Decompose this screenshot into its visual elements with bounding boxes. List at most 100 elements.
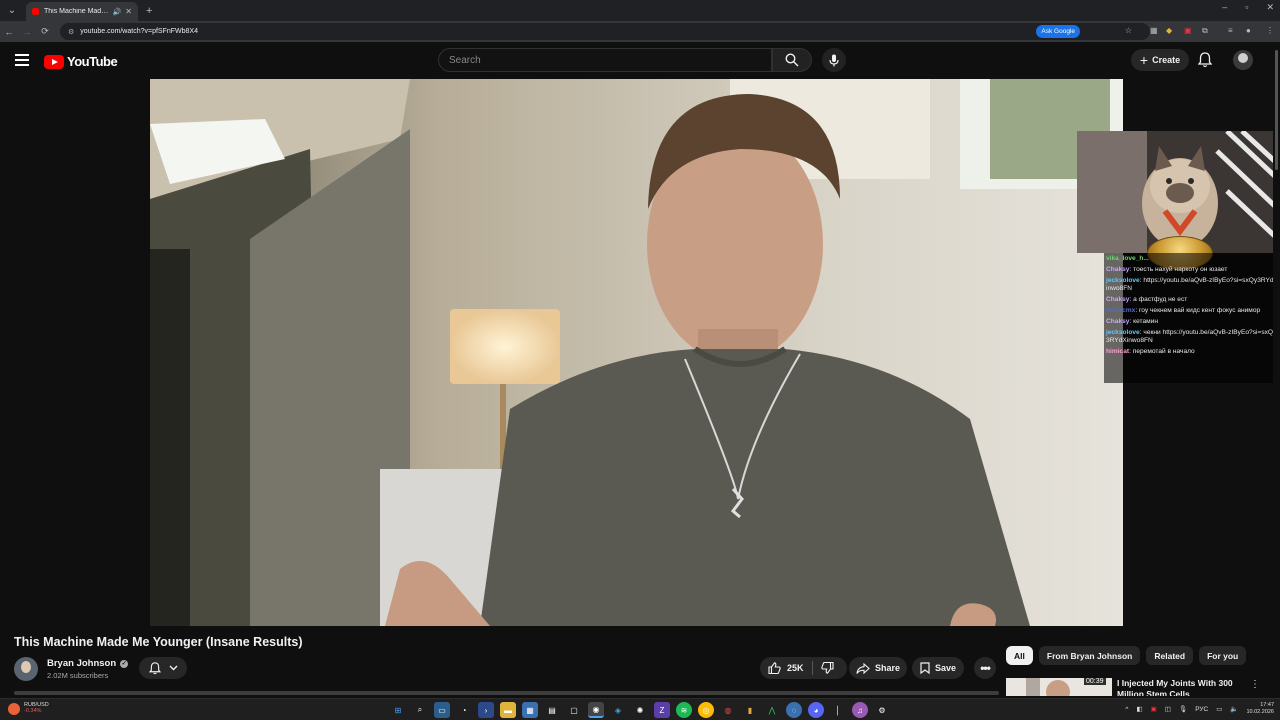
filter-chip[interactable]: All <box>1006 646 1033 665</box>
minimize-icon[interactable]: – <box>1222 2 1227 13</box>
recommended-title[interactable]: I Injected My Joints With 300 Million St… <box>1117 678 1247 696</box>
terminal-icon[interactable]: › <box>478 702 494 718</box>
microphone-icon <box>829 54 839 66</box>
youtube-logo[interactable]: YouTube <box>44 54 118 69</box>
extension-icon[interactable]: ▦ <box>1150 26 1158 35</box>
notifications-bell-icon[interactable] <box>1198 52 1212 68</box>
steam-icon[interactable]: ◈ <box>610 702 626 718</box>
tray-app-icon[interactable]: ◧ <box>1136 705 1142 713</box>
voice-search-button[interactable] <box>822 48 846 72</box>
extensions-puzzle-icon[interactable]: ⧉ <box>1202 26 1208 36</box>
close-window-icon[interactable]: ✕ <box>1266 2 1274 13</box>
new-tab-button[interactable]: + <box>146 5 152 17</box>
chatgpt-icon[interactable]: ✺ <box>632 702 648 718</box>
speedometer-icon[interactable]: ◔ <box>456 702 472 718</box>
extension-icon[interactable]: ◆ <box>1166 26 1172 35</box>
app-icon[interactable]: ▮ <box>742 702 758 718</box>
filter-chip[interactable]: Related <box>1146 646 1194 665</box>
address-bar[interactable]: ⚙ youtube.com/watch?v=pfSFnFWb8X4 ⌕ ⧉ As… <box>60 23 1150 40</box>
verified-check-icon: ✓ <box>120 659 129 668</box>
save-button[interactable]: Save <box>912 657 964 679</box>
recommended-thumbnail[interactable]: 00:39 <box>1006 678 1112 696</box>
account-avatar[interactable] <box>1233 50 1253 70</box>
close-tab-icon[interactable]: ✕ <box>125 7 132 16</box>
app-icon[interactable]: │ <box>830 702 846 718</box>
tab-search-icon[interactable]: ⌄ <box>4 3 20 19</box>
browser-toolbar: ← → ⟳ ⚙ youtube.com/watch?v=pfSFnFWb8X4 … <box>0 21 1280 42</box>
bookmark-icon <box>920 662 930 674</box>
app-icon[interactable]: ◍ <box>720 702 736 718</box>
page-scrollbar[interactable] <box>1273 44 1280 698</box>
chrome-icon[interactable]: ◎ <box>698 702 714 718</box>
like-button[interactable]: 25K <box>760 657 812 679</box>
chat-text: перемотай в начало <box>1132 348 1195 355</box>
dislike-button[interactable] <box>813 657 842 679</box>
filter-chip[interactable]: For you <box>1199 646 1247 665</box>
chat-username: Chaksy <box>1106 318 1130 325</box>
maximize-icon[interactable]: ▫ <box>1245 2 1248 13</box>
microphone-icon[interactable]: 🎙 <box>1179 705 1187 713</box>
media-controls-icon[interactable]: ≡ <box>1228 26 1233 35</box>
audio-playing-icon[interactable]: 🔊 <box>113 8 122 16</box>
share-button[interactable]: Share <box>849 657 907 679</box>
chat-message: Chaksy: кетамин <box>1106 318 1278 326</box>
recommended-video[interactable]: 00:39 I Injected My Joints With 300 Mill… <box>1006 678 1276 696</box>
settings-icon[interactable]: ⚙ <box>874 702 890 718</box>
reload-icon[interactable]: ⟳ <box>36 26 54 37</box>
file-explorer-icon[interactable]: ▬ <box>500 702 516 718</box>
chat-username: jecksolove <box>1106 329 1140 336</box>
app-icon[interactable]: ▢ <box>566 702 582 718</box>
search-button[interactable] <box>772 48 812 72</box>
channel-avatar[interactable] <box>14 657 38 681</box>
recommendation-filter-chips: All From Bryan Johnson Related For you <box>1006 646 1247 665</box>
bookmark-star-icon[interactable]: ☆ <box>1125 26 1132 35</box>
create-button[interactable]: + Create <box>1131 49 1189 71</box>
app-icon[interactable]: ▤ <box>544 702 560 718</box>
spotify-icon[interactable]: ≋ <box>676 702 692 718</box>
app-icon[interactable]: Z <box>654 702 670 718</box>
browser-menu-icon[interactable]: ⋮ <box>1266 26 1274 35</box>
share-icon <box>856 662 870 674</box>
windows-start-icon[interactable]: ⊞ <box>390 702 406 718</box>
network-icon[interactable]: ▭ <box>1216 705 1222 713</box>
search-box[interactable] <box>438 48 772 72</box>
forward-icon[interactable]: → <box>18 27 36 37</box>
tray-app-icon[interactable]: ◫ <box>1165 705 1171 713</box>
channel-name[interactable]: Bryan Johnson ✓ <box>47 658 129 669</box>
ask-google-button[interactable]: Ask Google <box>1036 25 1080 38</box>
discord-icon[interactable]: ◕ <box>808 702 824 718</box>
profile-icon[interactable]: ● <box>1246 26 1251 35</box>
currency-widget[interactable]: RUB/USD -0.34% <box>8 702 49 715</box>
chat-message: vika_love_h... <box>1106 255 1278 263</box>
search-icon[interactable]: ⌕ <box>412 702 428 718</box>
extension-icon[interactable]: ▣ <box>1184 26 1192 35</box>
youtube-play-icon <box>44 54 64 69</box>
screen: ⌄ This Machine Made Me Yo... 🔊 ✕ + – ▫ ✕… <box>0 0 1280 720</box>
chevron-down-icon <box>169 665 177 671</box>
language-indicator[interactable]: РУС <box>1195 706 1208 713</box>
widgets-icon[interactable]: ▭ <box>434 702 450 718</box>
app-icon[interactable]: ◌ <box>786 702 802 718</box>
more-vertical-icon[interactable]: ⋮ <box>1250 679 1260 690</box>
filter-chip[interactable]: From Bryan Johnson <box>1038 646 1141 665</box>
more-actions-button[interactable]: ••• <box>974 657 996 679</box>
app-icon[interactable]: ⋀ <box>764 702 780 718</box>
tray-app-icon[interactable]: ▣ <box>1151 705 1157 713</box>
currency-icon <box>8 702 20 715</box>
subscription-notification-button[interactable] <box>139 657 187 679</box>
stream-app-icon[interactable]: ◉ <box>588 702 604 718</box>
chat-text: гоу чекнем вай кидс кент фокус анимор <box>1139 307 1261 314</box>
menu-icon[interactable] <box>15 54 29 66</box>
site-info-icon[interactable]: ⚙ <box>68 28 74 36</box>
video-player[interactable] <box>150 79 1123 626</box>
browser-tab[interactable]: This Machine Made Me Yo... 🔊 ✕ <box>26 2 138 21</box>
search-input[interactable] <box>449 54 771 66</box>
app-icon[interactable]: ▦ <box>522 702 538 718</box>
bell-icon <box>148 661 161 674</box>
clock[interactable]: 17:47 10.02.2026 <box>1246 702 1274 716</box>
youtube-header: YouTube + Create <box>0 42 1280 78</box>
volume-icon[interactable]: 🔈 <box>1230 705 1238 713</box>
tray-expand-icon[interactable]: ^ <box>1125 706 1128 713</box>
back-icon[interactable]: ← <box>0 27 18 37</box>
app-icon[interactable]: ♫ <box>852 702 868 718</box>
